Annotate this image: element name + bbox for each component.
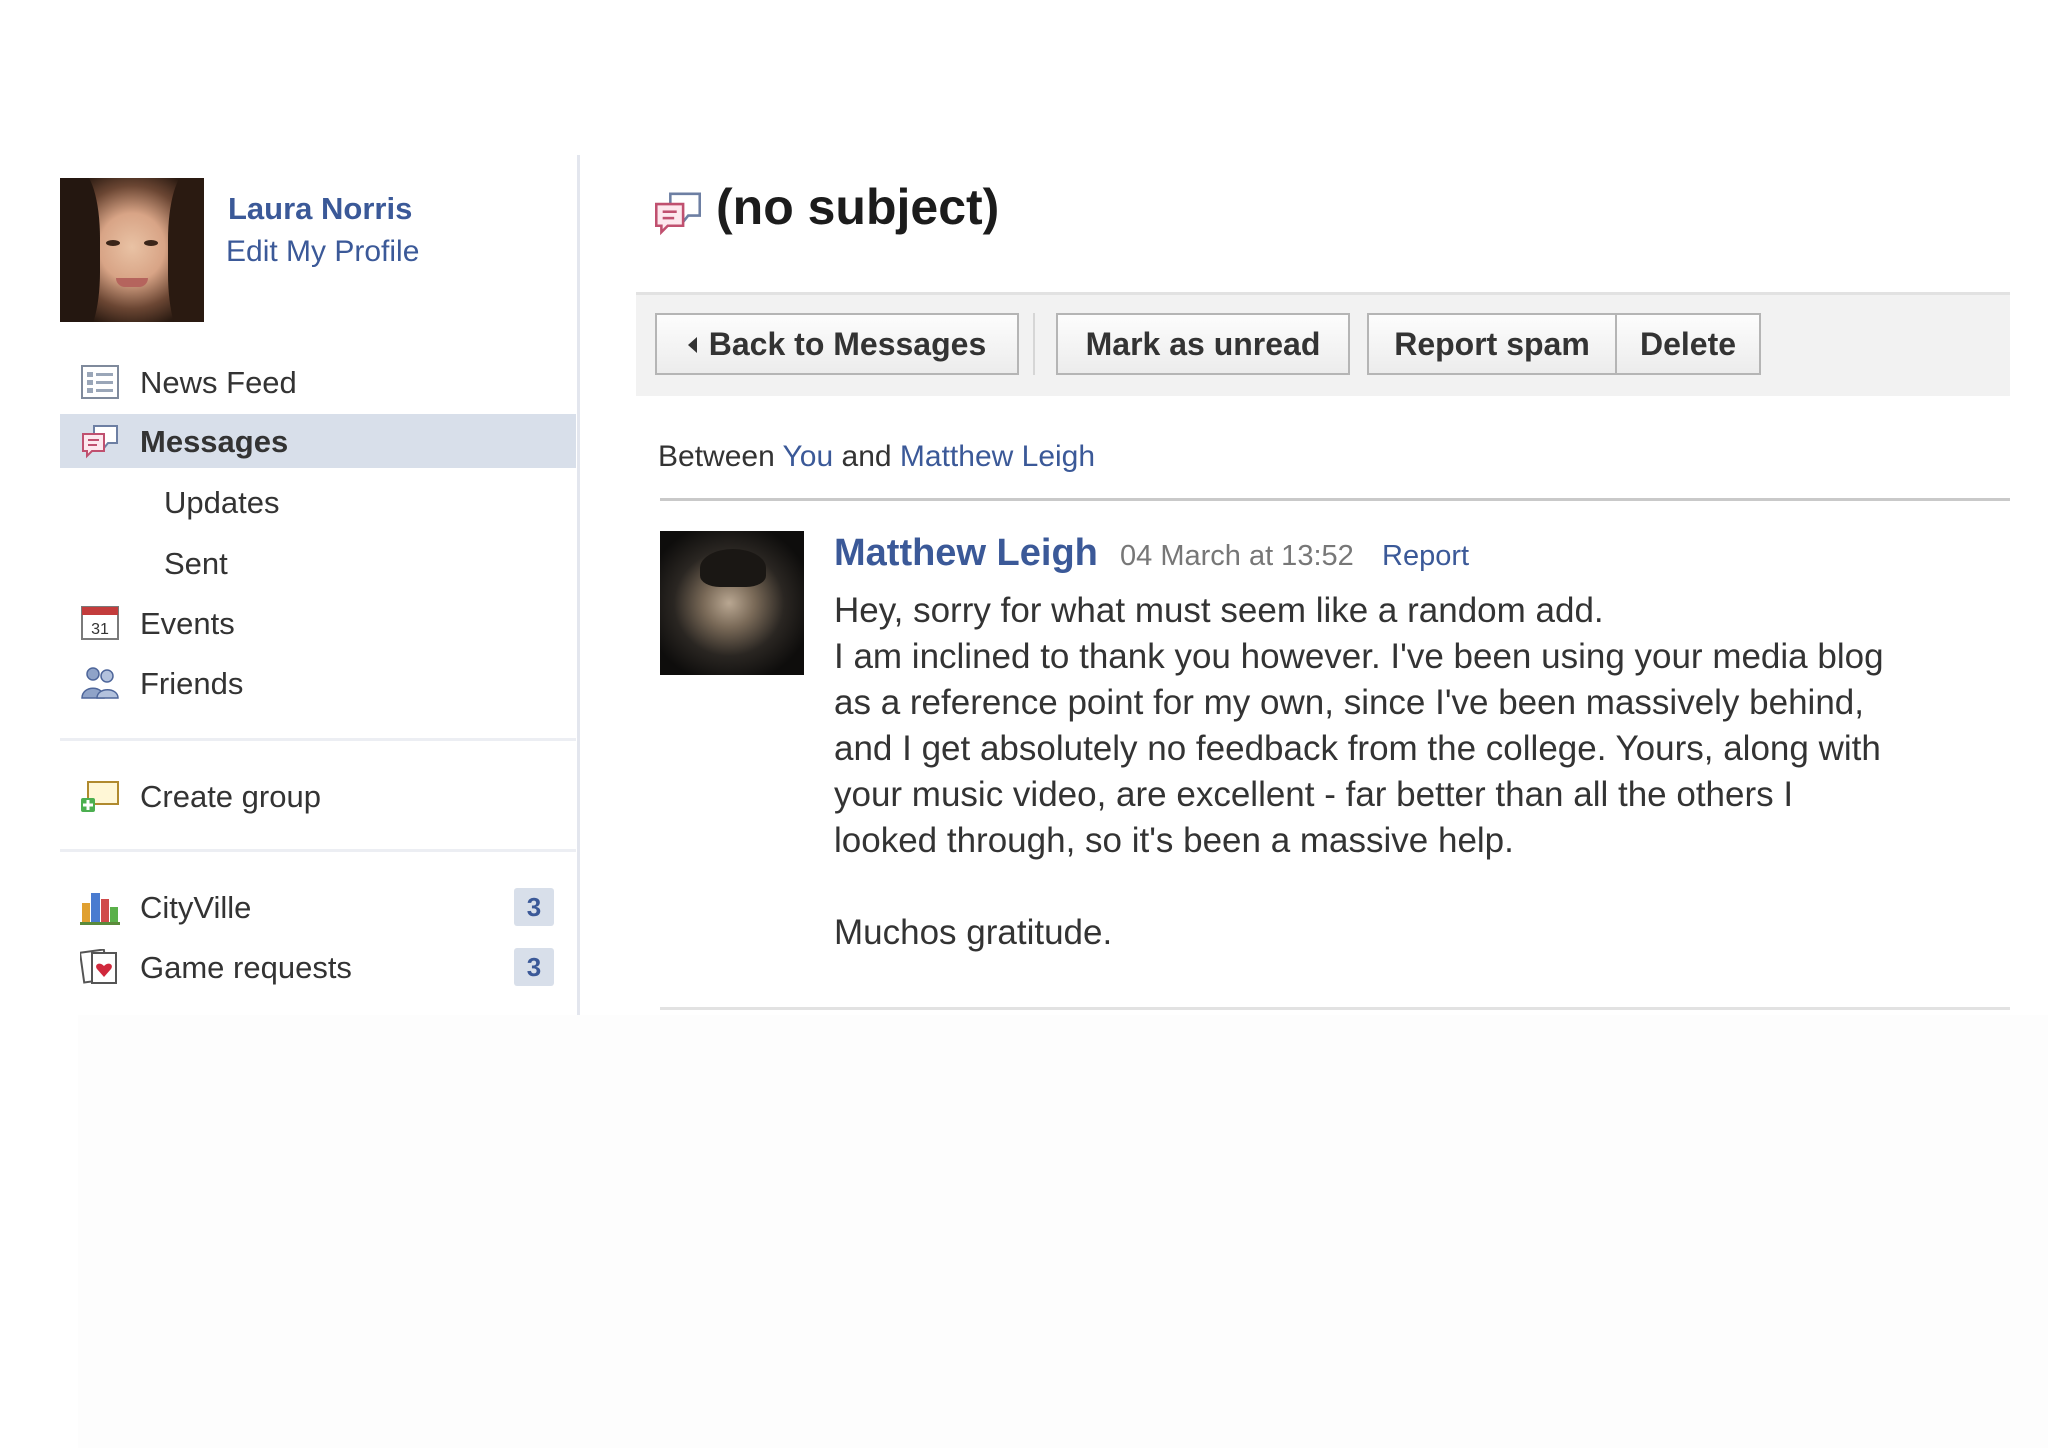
button-label: Delete	[1639, 326, 1737, 362]
message-timestamp: 04 March at 13:52	[1120, 540, 1354, 572]
sidebar-item-label: News Feed	[140, 365, 297, 400]
message-body-line: your music video, are excellent - far be…	[834, 775, 1794, 814]
message-body-line: looked through, so it's been a massive h…	[834, 821, 1514, 860]
calendar-icon: 31	[81, 606, 119, 640]
sidebar-item-label: Game requests	[140, 950, 352, 985]
back-to-messages-button[interactable]: Back to Messages	[655, 313, 1019, 375]
divider	[660, 1007, 2010, 1010]
participant-you-link[interactable]: You	[783, 440, 834, 473]
sidebar-item-label: Sent	[164, 546, 228, 581]
message-body-line: Muchos gratitude.	[834, 913, 1113, 952]
divider	[660, 498, 2010, 501]
create-group-icon	[81, 781, 119, 812]
messages-icon	[655, 192, 701, 236]
sidebar-item-sent[interactable]: Sent	[60, 536, 576, 590]
page-title: (no subject)	[716, 179, 1000, 235]
mark-as-unread-button[interactable]: Mark as unread	[1056, 313, 1350, 375]
sidebar-item-label: Create group	[140, 779, 321, 814]
sidebar-item-game-requests[interactable]: Game requests 3	[60, 940, 576, 994]
message-body-line: I am inclined to thank you however. I've…	[834, 637, 1884, 676]
sidebar-item-events[interactable]: 31 Events	[60, 596, 576, 650]
game-requests-icon	[80, 949, 117, 984]
delete-button[interactable]: Delete	[1615, 313, 1761, 375]
svg-text:31: 31	[91, 621, 109, 638]
button-label: Mark as unread	[1085, 326, 1321, 362]
toolbar-divider	[1033, 313, 1035, 375]
sidebar-item-cityville[interactable]: CityVille 3	[60, 880, 576, 934]
sidebar-item-label: Updates	[164, 485, 280, 520]
sidebar-item-label: Friends	[140, 666, 244, 701]
message-body-line: and I get absolutely no feedback from th…	[834, 729, 1881, 768]
profile-name-link[interactable]: Laura Norris	[228, 191, 412, 227]
left-sidebar: Laura Norris Edit My Profile News Feed M…	[60, 155, 576, 1015]
message-toolbar: Back to Messages Mark as unread Report s…	[636, 292, 2010, 396]
profile-avatar[interactable]	[60, 178, 204, 322]
news-feed-icon	[81, 365, 119, 399]
button-label: Report spam	[1394, 326, 1590, 362]
sidebar-item-label: Events	[140, 606, 235, 641]
message-body-line: as a reference point for my own, since I…	[834, 683, 1864, 722]
report-spam-button[interactable]: Report spam	[1367, 313, 1617, 375]
messages-icon	[82, 425, 118, 459]
sidebar-divider	[60, 738, 576, 741]
sidebar-item-updates[interactable]: Updates	[60, 475, 576, 529]
notification-count-badge: 3	[514, 948, 554, 986]
edit-profile-link[interactable]: Edit My Profile	[226, 235, 419, 269]
report-message-link[interactable]: Report	[1382, 540, 1469, 573]
notification-count-badge: 3	[514, 888, 554, 926]
friends-icon	[81, 667, 119, 699]
sidebar-item-create-group[interactable]: Create group	[60, 769, 576, 823]
button-label: Back to Messages	[708, 326, 987, 362]
sidebar-item-label: CityVille	[140, 890, 252, 925]
participant-link[interactable]: Matthew Leigh	[900, 440, 1095, 473]
column-divider	[577, 155, 580, 1015]
page-background	[78, 1015, 2048, 1448]
sender-avatar[interactable]	[660, 531, 804, 675]
sidebar-item-messages[interactable]: Messages	[60, 414, 576, 468]
sidebar-divider	[60, 849, 576, 852]
cityville-icon	[80, 893, 120, 925]
chevron-left-icon	[687, 337, 697, 353]
participants-line: Between You and Matthew Leigh	[658, 440, 1096, 473]
sidebar-item-news-feed[interactable]: News Feed	[60, 355, 576, 409]
message-body-line: Hey, sorry for what must seem like a ran…	[834, 591, 1604, 630]
sidebar-item-label: Messages	[140, 424, 289, 459]
sidebar-item-friends[interactable]: Friends	[60, 656, 576, 710]
message-sender-link[interactable]: Matthew Leigh	[834, 532, 1098, 575]
